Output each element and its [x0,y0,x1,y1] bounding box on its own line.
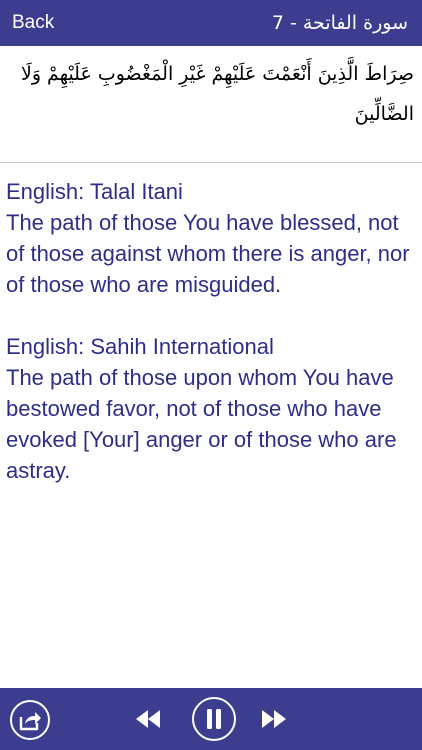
pause-button[interactable] [192,697,236,741]
back-button[interactable]: Back [12,0,54,46]
rewind-button[interactable] [134,708,162,730]
translations-list: English: Talal Itani The path of those Y… [6,176,414,517]
share-button[interactable] [10,700,50,740]
translation-text: The path of those upon whom You have bes… [6,365,397,483]
divider [0,162,422,163]
playback-toolbar [0,688,422,750]
fast-forward-icon [262,710,286,728]
arabic-verse: صِرَاطَ الَّذِينَ أَنْعَمْتَ عَلَيْهِمْ … [21,63,414,125]
rewind-icon [136,710,160,728]
translation-source: English: Sahih International [6,334,274,359]
share-icon [19,712,41,731]
top-bar: Back سورة الفاتحة - 7 [0,0,422,46]
translation-item: English: Talal Itani The path of those Y… [6,176,414,300]
page-title: سورة الفاتحة - 7 [271,12,408,34]
translation-item: English: Sahih International The path of… [6,331,414,486]
translation-text: The path of those You have blessed, not … [6,210,410,297]
pause-icon [207,709,221,729]
fast-forward-button[interactable] [260,708,288,730]
translation-source: English: Talal Itani [6,179,183,204]
